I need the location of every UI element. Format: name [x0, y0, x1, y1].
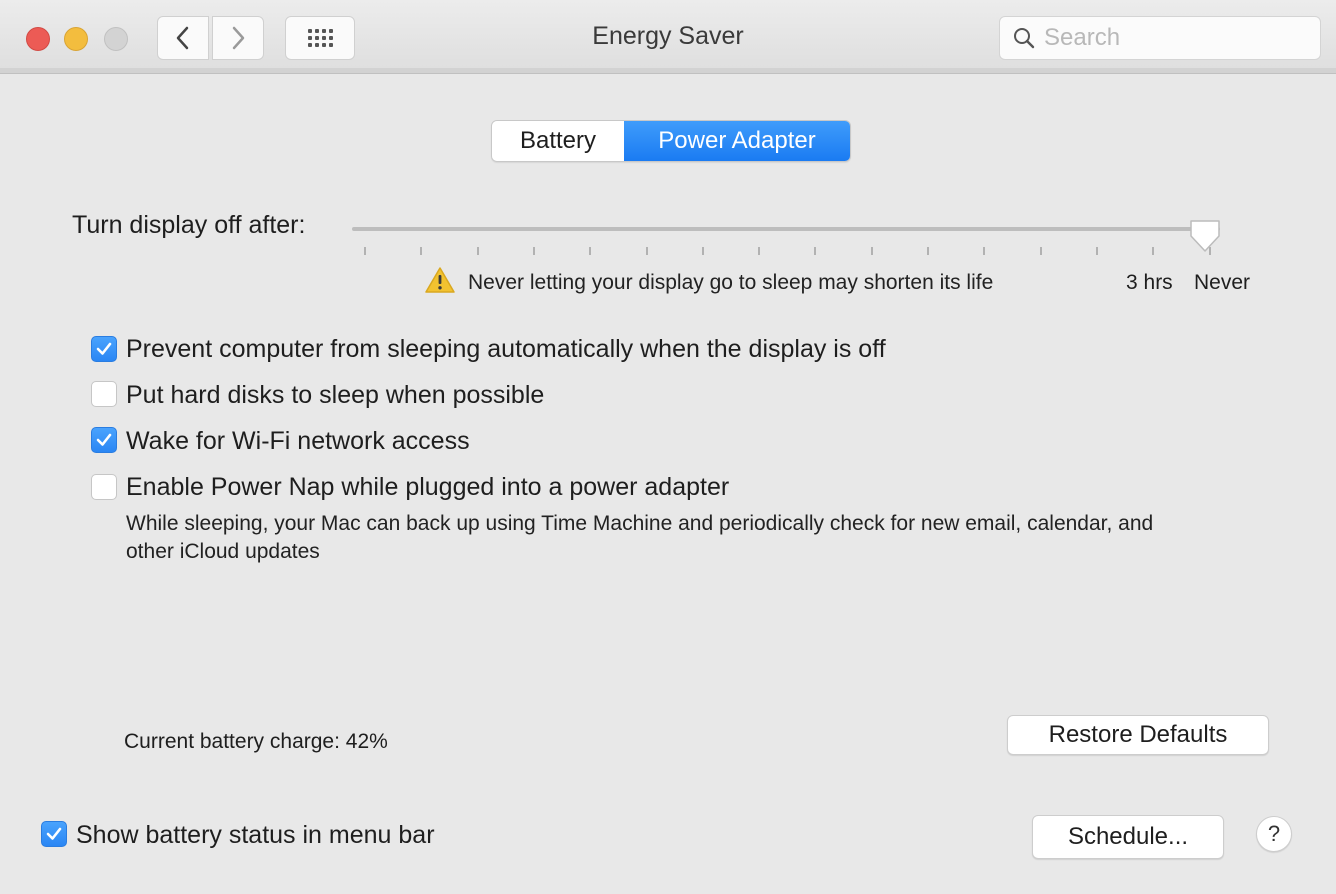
- checkmark-icon: [96, 433, 112, 446]
- help-button[interactable]: ?: [1256, 816, 1292, 852]
- tab-power-adapter[interactable]: Power Adapter: [624, 121, 850, 161]
- wake-wifi-checkbox[interactable]: [91, 427, 117, 453]
- slider-tick: [702, 247, 704, 255]
- display-sleep-slider-track[interactable]: [352, 227, 1220, 231]
- slider-tick: [477, 247, 479, 255]
- schedule-button[interactable]: Schedule...: [1032, 815, 1224, 859]
- slider-tick: [420, 247, 422, 255]
- show-battery-status-checkbox[interactable]: [41, 821, 67, 847]
- slider-tick: [1152, 247, 1154, 255]
- slider-tick: [983, 247, 985, 255]
- prevent-sleep-label[interactable]: Prevent computer from sleeping automatic…: [126, 335, 886, 364]
- title-bar-divider: [0, 68, 1336, 74]
- slider-tick: [1040, 247, 1042, 255]
- checkmark-icon: [96, 342, 112, 355]
- prevent-sleep-checkbox[interactable]: [91, 336, 117, 362]
- power-nap-description: While sleeping, your Mac can back up usi…: [126, 512, 1154, 563]
- wake-wifi-label[interactable]: Wake for Wi-Fi network access: [126, 427, 470, 456]
- show-battery-status-label[interactable]: Show battery status in menu bar: [76, 821, 435, 850]
- tab-battery[interactable]: Battery: [492, 121, 624, 161]
- slider-tick: [1096, 247, 1098, 255]
- warning-icon: [425, 267, 455, 293]
- hard-disk-sleep-label[interactable]: Put hard disks to sleep when possible: [126, 381, 544, 410]
- checkmark-icon: [46, 827, 62, 840]
- slider-tick: [927, 247, 929, 255]
- display-sleep-label: Turn display off after:: [72, 211, 306, 239]
- hard-disk-sleep-checkbox[interactable]: [91, 381, 117, 407]
- slider-tick: [646, 247, 648, 255]
- slider-tick: [589, 247, 591, 255]
- slider-tick: [871, 247, 873, 255]
- search-input[interactable]: [1044, 21, 1314, 55]
- slider-tick: [364, 247, 366, 255]
- restore-defaults-button[interactable]: Restore Defaults: [1007, 715, 1269, 755]
- search-field[interactable]: [999, 16, 1321, 60]
- slider-label-never: Never: [1194, 271, 1251, 294]
- slider-tick: [758, 247, 760, 255]
- display-sleep-slider-thumb[interactable]: [1188, 218, 1222, 254]
- battery-charge-text: Current battery charge: 42%: [124, 730, 388, 753]
- display-sleep-warning: Never letting your display go to sleep m…: [468, 271, 994, 294]
- power-nap-label[interactable]: Enable Power Nap while plugged into a po…: [126, 473, 729, 502]
- slider-tick: [814, 247, 816, 255]
- tab-bar: Battery Power Adapter: [491, 120, 851, 162]
- search-icon: [1014, 28, 1035, 49]
- slider-label-3hrs: 3 hrs: [1126, 271, 1173, 294]
- power-nap-checkbox[interactable]: [91, 474, 117, 500]
- slider-tick: [533, 247, 535, 255]
